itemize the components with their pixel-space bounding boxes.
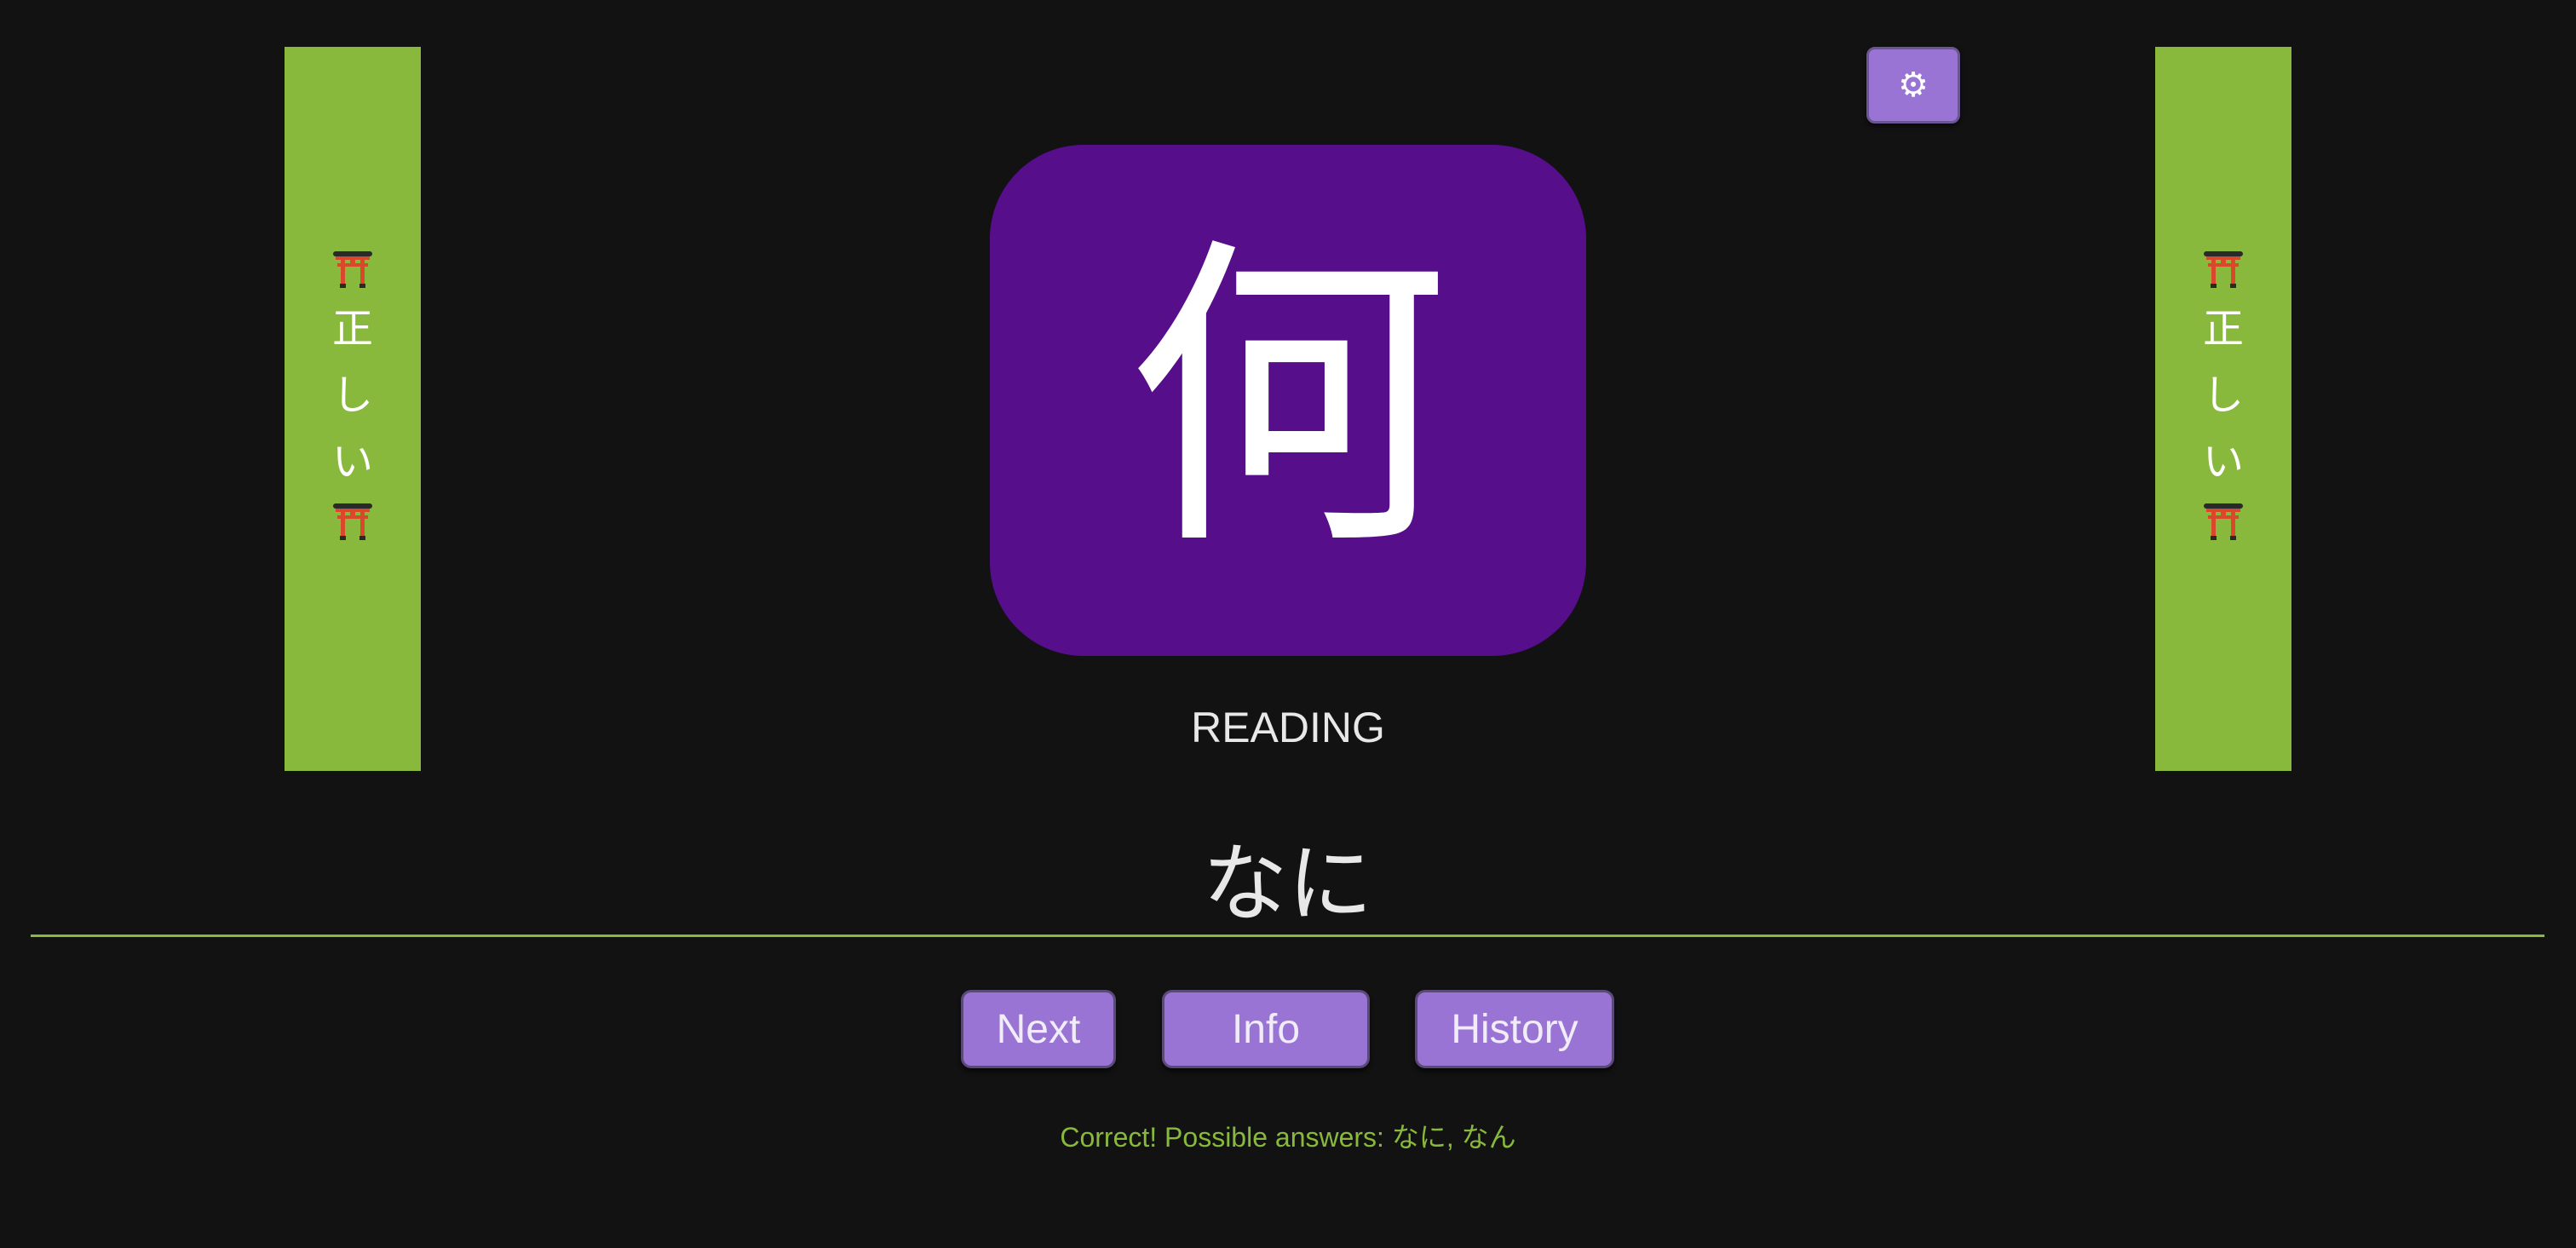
banner-char: 正 [331,305,373,353]
torii-gate-icon [2204,503,2243,540]
torii-gate-icon [333,251,372,288]
kanji-character: 何 [1126,211,1450,589]
settings-button[interactable]: ⚙ [1866,47,1960,124]
info-button[interactable]: Info [1162,990,1370,1068]
torii-gate-icon [333,503,372,540]
left-correct-banner: 正 し い [285,47,421,771]
banner-char: い [331,438,373,486]
banner-char: し [331,371,373,419]
next-button[interactable]: Next [961,990,1116,1068]
banner-char: 正 [2202,305,2244,353]
banner-char: し [2202,371,2244,419]
banner-char: い [2202,438,2244,486]
answer-input[interactable] [31,818,2544,937]
torii-gate-icon [2204,251,2243,288]
gear-icon: ⚙ [1898,66,1929,105]
feedback-message: Correct! Possible answers: なに, なん [1060,1122,1516,1153]
history-button[interactable]: History [1415,990,1614,1068]
right-correct-banner: 正 し い [2155,47,2291,771]
mode-label: READING [1191,704,1385,751]
kanji-card: 何 [990,145,1586,656]
